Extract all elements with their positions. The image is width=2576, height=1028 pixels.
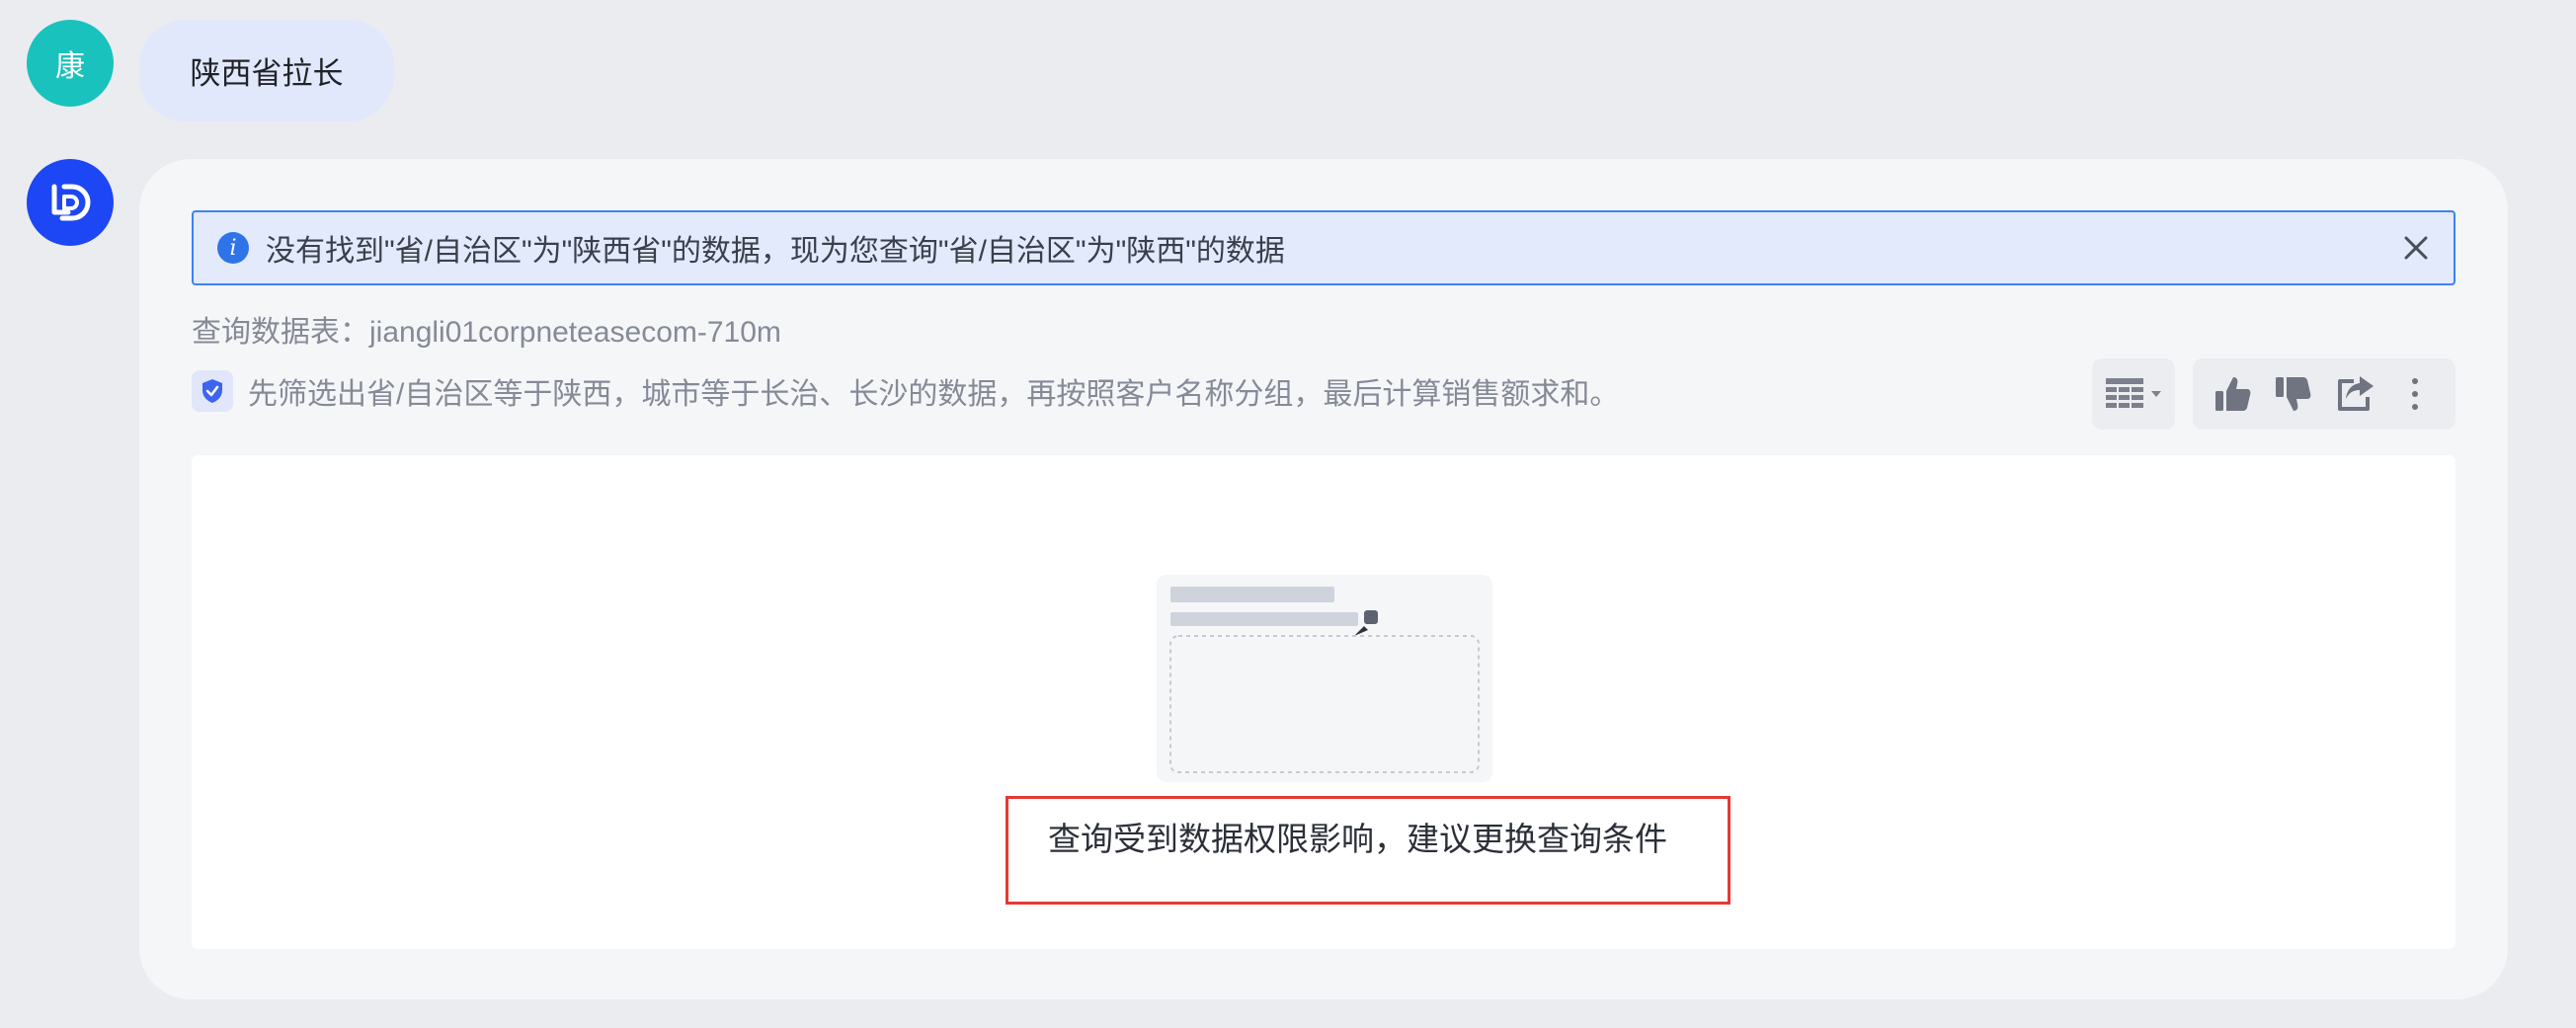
share-button[interactable] — [2329, 368, 2380, 420]
user-message-text: 陕西省拉长 — [190, 56, 344, 91]
view-switch-button[interactable] — [2092, 358, 2175, 430]
info-icon: i — [217, 232, 249, 264]
empty-state-illustration — [1157, 575, 1492, 782]
answer-actions — [2193, 358, 2455, 430]
summary-text: 先筛选出省/自治区等于陕西，城市等于长治、长沙的数据，再按照客户名称分组，最后计… — [248, 378, 1620, 411]
empty-state-text: 查询受到数据权限影响，建议更换查询条件 — [1048, 821, 1667, 857]
share-icon — [2337, 376, 2374, 411]
more-icon — [2412, 378, 2419, 410]
result-panel: 查询受到数据权限影响，建议更换查询条件 — [192, 455, 2455, 949]
chevron-down-icon — [2151, 391, 2161, 397]
query-table-label: 查询数据表：jiangli01corpneteasecom-710m — [192, 316, 781, 349]
table-icon — [2106, 378, 2143, 408]
query-summary: 先筛选出省/自治区等于陕西，城市等于长治、长沙的数据，再按照客户名称分组，最后计… — [192, 369, 1619, 413]
notice-text: 没有找到"省/自治区"为"陕西省"的数据，现为您查询"省/自治区"为"陕西"的数… — [266, 235, 1285, 268]
notice-banner: i 没有找到"省/自治区"为"陕西省"的数据，现为您查询"省/自治区"为"陕西"… — [192, 210, 2455, 285]
thumbs-down-icon — [2276, 377, 2311, 411]
user-message-bubble: 陕西省拉长 — [139, 20, 394, 121]
answer-card: i 没有找到"省/自治区"为"陕西省"的数据，现为您查询"省/自治区"为"陕西"… — [139, 159, 2508, 999]
thumbs-up-icon — [2214, 377, 2251, 411]
bot-logo-icon — [51, 184, 91, 221]
close-icon — [2404, 236, 2428, 260]
empty-state-message: 查询受到数据权限影响，建议更换查询条件 — [1006, 796, 1731, 905]
bot-avatar — [27, 159, 114, 246]
notice-close-button[interactable] — [2378, 212, 2454, 283]
like-button[interactable] — [2208, 368, 2259, 420]
more-button[interactable] — [2389, 368, 2441, 420]
dislike-button[interactable] — [2268, 368, 2319, 420]
user-avatar: 康 — [27, 20, 114, 107]
shield-check-icon — [192, 370, 233, 412]
